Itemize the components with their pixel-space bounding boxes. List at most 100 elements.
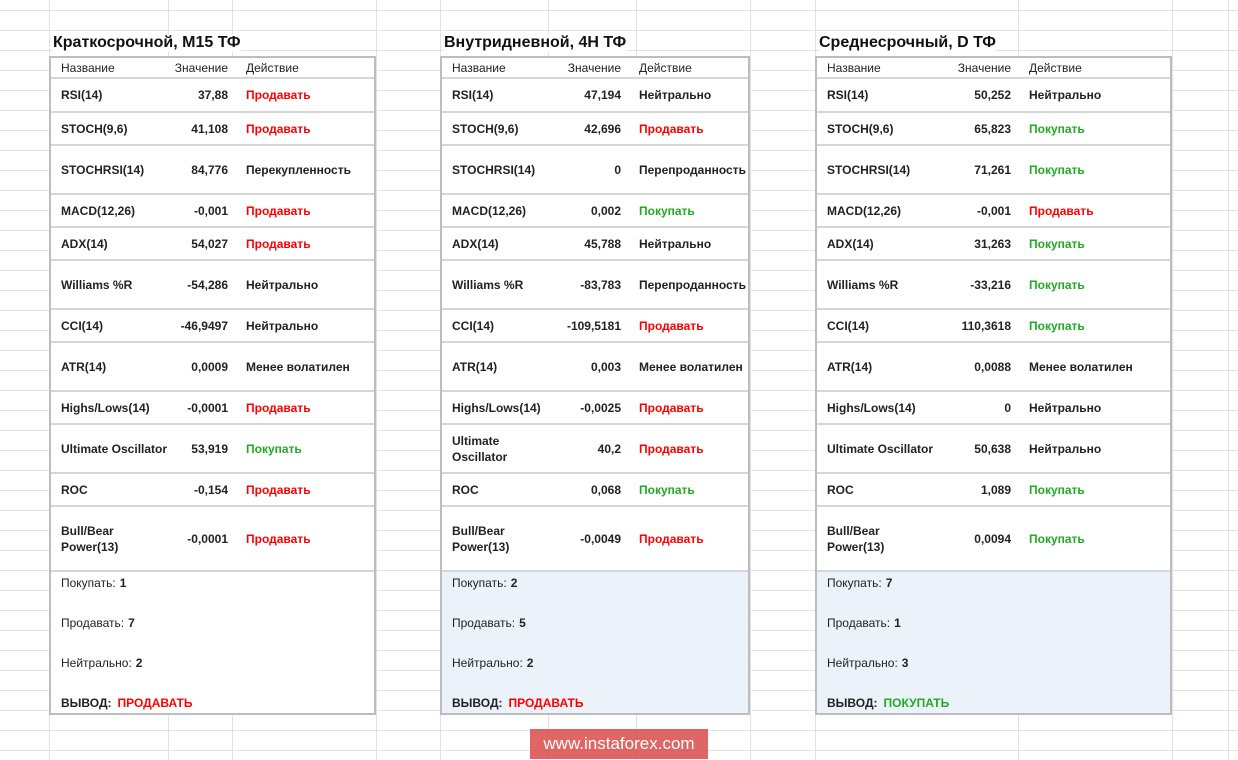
indicator-action: Перепроданность bbox=[639, 277, 746, 292]
indicator-name: ROC bbox=[452, 482, 479, 497]
indicator-action: Продавать bbox=[246, 121, 311, 136]
indicator-action: Продавать bbox=[639, 400, 704, 415]
indicator-name: RSI(14) bbox=[827, 88, 869, 102]
indicator-value: 1,089 bbox=[980, 482, 1011, 497]
indicator-name: ADX(14) bbox=[827, 236, 874, 251]
indicator-name: Bull/Bear Power(13) bbox=[61, 523, 119, 554]
table-row: ROC 1,089 Покупать bbox=[817, 474, 1170, 507]
indicator-action: Продавать bbox=[639, 318, 704, 333]
summary-neutral: Нейтрально: 3 bbox=[827, 656, 909, 670]
conclusion: ВЫВОД: ПРОДАВАТЬ bbox=[452, 695, 584, 710]
indicator-action: Продавать bbox=[246, 236, 311, 251]
summary-neutral: Нейтрально: 2 bbox=[452, 656, 534, 670]
summary-sell: Продавать: 5 bbox=[452, 616, 526, 630]
indicator-name: STOCH(9,6) bbox=[61, 121, 128, 136]
indicator-action: Покупать bbox=[246, 441, 302, 456]
indicator-action: Продавать bbox=[246, 482, 311, 497]
header-action: Действие bbox=[639, 60, 692, 75]
indicator-value: -83,783 bbox=[580, 277, 621, 292]
table-title: Внутридневной, 4H ТФ bbox=[444, 34, 627, 52]
indicator-value: 42,696 bbox=[584, 121, 621, 136]
table-row: Williams %R -83,783 Перепроданность bbox=[442, 261, 748, 310]
indicator-value: -0,001 bbox=[976, 203, 1011, 218]
indicator-action: Продавать bbox=[246, 400, 311, 415]
table-row: Williams %R -54,286 Нейтрально bbox=[51, 261, 374, 310]
indicator-action: Нейтрально bbox=[246, 318, 319, 333]
table-row: Highs/Lows(14) -0,0001 Продавать bbox=[51, 392, 374, 425]
header-action: Действие bbox=[246, 60, 299, 75]
indicator-name: ATR(14) bbox=[452, 359, 498, 374]
indicator-action: Продавать bbox=[246, 88, 311, 102]
indicator-action: Продавать bbox=[639, 121, 704, 136]
indicator-action: Покупать bbox=[1029, 531, 1085, 546]
indicator-name: ROC bbox=[61, 482, 88, 497]
indicator-value: 71,261 bbox=[974, 162, 1011, 177]
table-row: STOCHRSI(14) 71,261 Покупать bbox=[817, 146, 1170, 195]
indicator-name: MACD(12,26) bbox=[61, 203, 136, 218]
table-row: Williams %R -33,216 Покупать bbox=[817, 261, 1170, 310]
table-row: Ultimate Oscillator 40,2 Продавать bbox=[442, 425, 748, 474]
indicator-name: Highs/Lows(14) bbox=[61, 400, 150, 415]
table-row: ROC -0,154 Продавать bbox=[51, 474, 374, 507]
indicator-action: Нейтрально bbox=[1029, 400, 1102, 415]
table-row: CCI(14) 110,3618 Покупать bbox=[817, 310, 1170, 343]
indicator-name: Ultimate Oscillator bbox=[452, 433, 508, 464]
header-row: Название Значение Действие bbox=[51, 58, 374, 79]
table-row: MACD(12,26) -0,001 Продавать bbox=[817, 195, 1170, 228]
table-row: STOCHRSI(14) 0 Перепроданность bbox=[442, 146, 748, 195]
indicator-action: Покупать bbox=[639, 482, 695, 497]
header-row: Название Значение Действие bbox=[817, 58, 1170, 79]
indicator-table: Название Значение Действие RSI(14) 37,88… bbox=[49, 56, 376, 715]
indicator-name: STOCHRSI(14) bbox=[452, 162, 536, 177]
conclusion: ВЫВОД: ПОКУПАТЬ bbox=[827, 695, 950, 710]
indicator-name: Highs/Lows(14) bbox=[452, 400, 541, 415]
indicator-table: Название Значение Действие RSI(14) 47,19… bbox=[440, 56, 750, 715]
table-row: ROC 0,068 Покупать bbox=[442, 474, 748, 507]
table-row: STOCHRSI(14) 84,776 Перекупленность bbox=[51, 146, 374, 195]
summary-buy: Покупать: 7 bbox=[827, 576, 893, 590]
indicator-action: Покупать bbox=[1029, 121, 1085, 136]
header-name: Название bbox=[452, 60, 506, 75]
indicator-action: Нейтрально bbox=[246, 277, 319, 292]
indicator-value: 0 bbox=[1004, 400, 1011, 415]
indicator-action: Покупать bbox=[1029, 318, 1085, 333]
summary-buy: Покупать: 1 bbox=[61, 576, 127, 590]
header-name: Название bbox=[827, 60, 881, 75]
table-row: ADX(14) 31,263 Покупать bbox=[817, 228, 1170, 261]
indicator-action: Продавать bbox=[246, 531, 311, 546]
indicator-name: STOCH(9,6) bbox=[452, 121, 519, 136]
indicator-action: Менее волатилен bbox=[246, 359, 350, 374]
indicator-value: 40,2 bbox=[597, 441, 621, 456]
indicator-value: 50,252 bbox=[974, 88, 1011, 102]
indicator-value: 0,003 bbox=[590, 359, 621, 374]
indicator-value: -0,0001 bbox=[187, 400, 228, 415]
indicator-name: MACD(12,26) bbox=[827, 203, 902, 218]
conclusion-value: ПОКУПАТЬ bbox=[883, 695, 950, 710]
indicator-action: Покупать bbox=[1029, 482, 1085, 497]
indicator-name: ADX(14) bbox=[452, 236, 499, 251]
indicator-name: CCI(14) bbox=[452, 318, 495, 333]
indicator-action: Менее волатилен bbox=[639, 359, 743, 374]
indicator-value: -46,9497 bbox=[180, 318, 228, 333]
indicator-name: ATR(14) bbox=[61, 359, 107, 374]
indicator-value: 50,638 bbox=[974, 441, 1011, 456]
conclusion: ВЫВОД: ПРОДАВАТЬ bbox=[61, 695, 193, 710]
indicator-value: -0,0049 bbox=[580, 531, 621, 546]
table-row: ADX(14) 45,788 Нейтрально bbox=[442, 228, 748, 261]
indicator-action: Продавать bbox=[246, 203, 311, 218]
indicator-value: 65,823 bbox=[974, 121, 1011, 136]
table-row: Highs/Lows(14) 0 Нейтрально bbox=[817, 392, 1170, 425]
indicator-name: Bull/Bear Power(13) bbox=[452, 523, 510, 554]
indicator-name: ATR(14) bbox=[827, 359, 873, 374]
table-row: Ultimate Oscillator 50,638 Нейтрально bbox=[817, 425, 1170, 474]
header-row: Название Значение Действие bbox=[442, 58, 748, 79]
summary-buy: Покупать: 2 bbox=[452, 576, 518, 590]
indicator-name: STOCHRSI(14) bbox=[827, 162, 911, 177]
indicator-action: Продавать bbox=[639, 441, 704, 456]
indicator-name: RSI(14) bbox=[61, 88, 103, 102]
table-row: RSI(14) 47,194 Нейтрально bbox=[442, 79, 748, 113]
watermark: www.instaforex.com bbox=[530, 729, 708, 759]
indicator-name: CCI(14) bbox=[827, 318, 870, 333]
table-row: STOCH(9,6) 41,108 Продавать bbox=[51, 113, 374, 146]
table-row: STOCH(9,6) 42,696 Продавать bbox=[442, 113, 748, 146]
